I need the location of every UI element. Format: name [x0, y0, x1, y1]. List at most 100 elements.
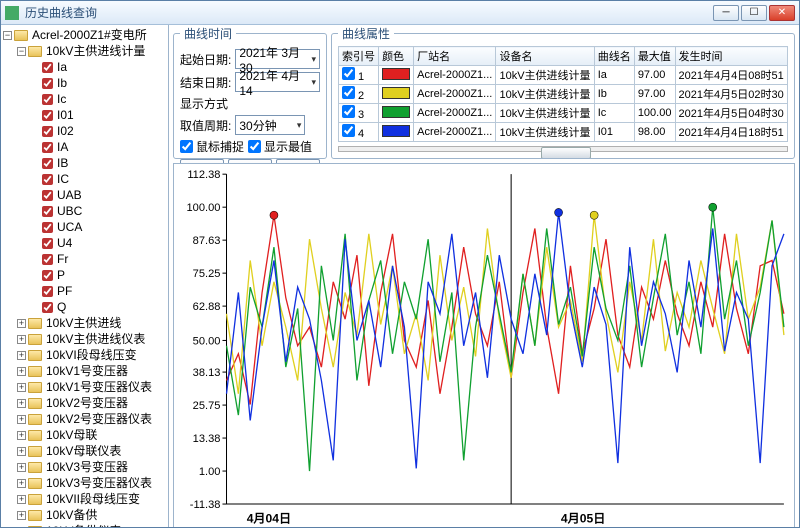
- tree-checkbox[interactable]: [42, 110, 53, 121]
- column-header[interactable]: 索引号: [339, 47, 379, 66]
- svg-text:1.00: 1.00: [199, 466, 221, 478]
- tree-leaf[interactable]: Q: [31, 299, 168, 315]
- tree-leaf[interactable]: I01: [31, 107, 168, 123]
- tree-folder[interactable]: +10kV母联: [17, 427, 168, 443]
- tree-folder[interactable]: +10kV母联仪表: [17, 443, 168, 459]
- tree-checkbox[interactable]: [42, 94, 53, 105]
- tree-folder[interactable]: +10kV1号变压器仪表: [17, 379, 168, 395]
- tree-checkbox[interactable]: [42, 254, 53, 265]
- start-date-label: 起始日期:: [180, 51, 231, 68]
- series-line: [227, 207, 784, 471]
- tree-checkbox[interactable]: [42, 158, 53, 169]
- svg-text:-11.38: -11.38: [190, 499, 221, 511]
- maximize-button[interactable]: ☐: [741, 5, 767, 21]
- tree-checkbox[interactable]: [42, 190, 53, 201]
- column-header[interactable]: 颜色: [379, 47, 414, 66]
- row-checkbox[interactable]: [342, 86, 355, 99]
- max-marker: [709, 203, 717, 211]
- tree-leaf[interactable]: IA: [31, 139, 168, 155]
- chart-area[interactable]: -11.381.0013.3825.7538.1350.0062.8875.25…: [173, 163, 795, 527]
- tree-folder[interactable]: +10kV备供仪表: [17, 523, 168, 527]
- tree-leaf[interactable]: IC: [31, 171, 168, 187]
- tree-checkbox[interactable]: [42, 142, 53, 153]
- properties-panel: 曲线属性 索引号颜色厂站名设备名曲线名最大值发生时间 1Acrel-2000Z1…: [331, 25, 795, 159]
- cursor-capture-checkbox[interactable]: 鼠标捕捉: [180, 138, 244, 155]
- tree-leaf[interactable]: I02: [31, 123, 168, 139]
- props-legend: 曲线属性: [338, 25, 394, 42]
- tree-folder[interactable]: +10kV主供进线: [17, 315, 168, 331]
- svg-text:4月04日: 4月04日: [247, 511, 291, 525]
- column-header[interactable]: 设备名: [496, 47, 594, 66]
- tree-checkbox[interactable]: [42, 62, 53, 73]
- tree-folder[interactable]: +10kV2号变压器: [17, 395, 168, 411]
- max-marker: [270, 211, 278, 219]
- tree-checkbox[interactable]: [42, 222, 53, 233]
- max-marker: [555, 208, 563, 216]
- app-icon: [5, 6, 19, 20]
- tree-leaf[interactable]: UBC: [31, 203, 168, 219]
- row-checkbox[interactable]: [342, 67, 355, 80]
- end-date-dropdown[interactable]: 2021年 4月14▾: [235, 72, 320, 92]
- tree-leaf[interactable]: P: [31, 267, 168, 283]
- column-header[interactable]: 曲线名: [594, 47, 634, 66]
- color-swatch: [382, 87, 410, 99]
- window-title: 历史曲线查询: [25, 4, 713, 21]
- tree-folder[interactable]: +10kV3号变压器仪表: [17, 475, 168, 491]
- end-date-label: 结束日期:: [180, 74, 231, 91]
- tree-folder[interactable]: +10kV主供进线仪表: [17, 331, 168, 347]
- row-checkbox[interactable]: [342, 124, 355, 137]
- tree-node[interactable]: −10kV主供进线计量: [17, 43, 168, 59]
- tree-leaf[interactable]: IB: [31, 155, 168, 171]
- tree-folder[interactable]: +10kV备供: [17, 507, 168, 523]
- tree-leaf[interactable]: Ia: [31, 59, 168, 75]
- tree-leaf[interactable]: Fr: [31, 251, 168, 267]
- tree-leaf[interactable]: Ib: [31, 75, 168, 91]
- tree-checkbox[interactable]: [42, 206, 53, 217]
- table-row[interactable]: 1Acrel-2000Z1...10kV主供进线计量Ia97.002021年4月…: [339, 66, 788, 85]
- tree-checkbox[interactable]: [42, 286, 53, 297]
- show-max-checkbox[interactable]: 显示最值: [248, 138, 312, 155]
- close-button[interactable]: ✕: [769, 5, 795, 21]
- tree-checkbox[interactable]: [42, 238, 53, 249]
- tree-checkbox[interactable]: [42, 174, 53, 185]
- tree-folder[interactable]: +10kV3号变压器: [17, 459, 168, 475]
- tree-folder[interactable]: +10kV1号变压器: [17, 363, 168, 379]
- tree-folder[interactable]: +10kVII段母线压变: [17, 491, 168, 507]
- display-mode-label: 显示方式: [180, 95, 320, 112]
- row-checkbox[interactable]: [342, 105, 355, 118]
- column-header[interactable]: 厂站名: [414, 47, 496, 66]
- tree-leaf[interactable]: UCA: [31, 219, 168, 235]
- color-swatch: [382, 106, 410, 118]
- tree-checkbox[interactable]: [42, 270, 53, 281]
- scrollbar-thumb[interactable]: [541, 147, 591, 159]
- tree-leaf[interactable]: Ic: [31, 91, 168, 107]
- tree-checkbox[interactable]: [42, 126, 53, 137]
- chevron-down-icon: ▾: [311, 54, 316, 65]
- period-dropdown[interactable]: 30分钟▾: [235, 115, 305, 135]
- tree-leaf[interactable]: U4: [31, 235, 168, 251]
- tree-folder[interactable]: +10kV2号变压器仪表: [17, 411, 168, 427]
- svg-text:87.63: 87.63: [193, 235, 221, 247]
- svg-text:75.25: 75.25: [193, 268, 221, 280]
- tree-root[interactable]: −Acrel-2000Z1#变电所: [3, 27, 168, 43]
- time-legend: 曲线时间: [180, 25, 236, 42]
- svg-text:62.88: 62.88: [193, 301, 221, 313]
- tree-leaf[interactable]: UAB: [31, 187, 168, 203]
- svg-text:38.13: 38.13: [193, 367, 221, 379]
- tree-checkbox[interactable]: [42, 78, 53, 89]
- horizontal-scrollbar[interactable]: [338, 146, 788, 152]
- tree-checkbox[interactable]: [42, 302, 53, 313]
- table-row[interactable]: 2Acrel-2000Z1...10kV主供进线计量Ib97.002021年4月…: [339, 85, 788, 104]
- tree-leaf[interactable]: PF: [31, 283, 168, 299]
- column-header[interactable]: 发生时间: [675, 47, 787, 66]
- table-row[interactable]: 3Acrel-2000Z1...10kV主供进线计量Ic100.002021年4…: [339, 104, 788, 123]
- color-swatch: [382, 68, 410, 80]
- minimize-button[interactable]: ─: [713, 5, 739, 21]
- color-swatch: [382, 125, 410, 137]
- table-row[interactable]: 4Acrel-2000Z1...10kV主供进线计量I0198.002021年4…: [339, 123, 788, 142]
- svg-text:25.75: 25.75: [193, 400, 221, 412]
- tree-folder[interactable]: +10kVI段母线压变: [17, 347, 168, 363]
- period-label: 取值周期:: [180, 117, 231, 134]
- column-header[interactable]: 最大值: [634, 47, 675, 66]
- tree-pane[interactable]: −Acrel-2000Z1#变电所−10kV主供进线计量IaIbIcI01I02…: [1, 25, 169, 527]
